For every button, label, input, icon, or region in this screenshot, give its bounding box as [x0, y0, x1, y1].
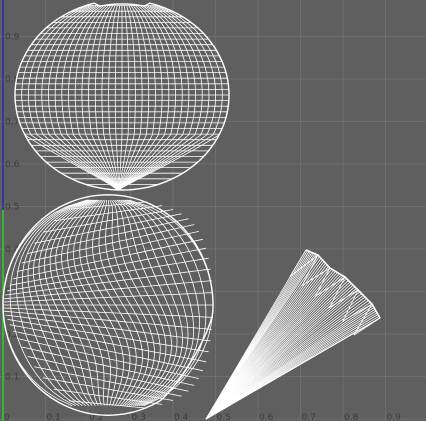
mesh-edge	[7, 257, 209, 291]
mesh-edge	[205, 317, 381, 420]
mesh-edge	[7, 319, 209, 353]
x-tick-label: 0.5	[217, 413, 231, 421]
x-tick-label: 0.1	[47, 413, 61, 421]
x-tick-label: 0.7	[302, 413, 316, 421]
y-tick-label: 0.5	[5, 203, 19, 213]
top-sphere-island[interactable]	[14, 2, 230, 191]
x-tick-label: 0.8	[344, 413, 359, 421]
x-tick-label: 0.9	[387, 413, 402, 421]
mesh-edge	[4, 310, 212, 330]
uv-editor-viewport[interactable]: 0.9 0.8 0.7 0.6 0.5 0.4 0.3 0.2 0.1 0 0.1 0.2 0.3 0.…	[0, 0, 426, 421]
x-tick-label: 0.4	[174, 413, 189, 421]
mesh-edge	[38, 199, 94, 406]
x-tick-label: 0.3	[132, 413, 146, 421]
x-axis-ticks: 0 0.1 0.2 0.3 0.4 0.5 0.6 0.7 0.8 0.9	[4, 413, 401, 421]
y-tick-label: 0.1	[5, 373, 19, 383]
mesh-edge	[4, 280, 212, 300]
x-tick-label: 0	[4, 413, 10, 421]
uv-canvas[interactable]: 0.90.80.70.60.50.40.30.20.1 0 0.1 0.2 0.3 0.…	[0, 0, 426, 421]
x-tick-label: 0.6	[259, 413, 274, 421]
y-tick-label: 0.6	[5, 160, 20, 170]
mesh-edge	[85, 199, 131, 406]
mesh-edge	[114, 199, 172, 407]
y-axis-ticks: 0.90.80.70.60.50.40.30.20.1	[5, 33, 20, 383]
mesh-edge	[124, 199, 200, 407]
y-tick-label: 0.7	[5, 118, 19, 128]
bottom-sphere-island[interactable]	[2, 194, 214, 417]
mesh-edge	[34, 366, 182, 397]
y-tick-label: 0.9	[5, 33, 20, 43]
